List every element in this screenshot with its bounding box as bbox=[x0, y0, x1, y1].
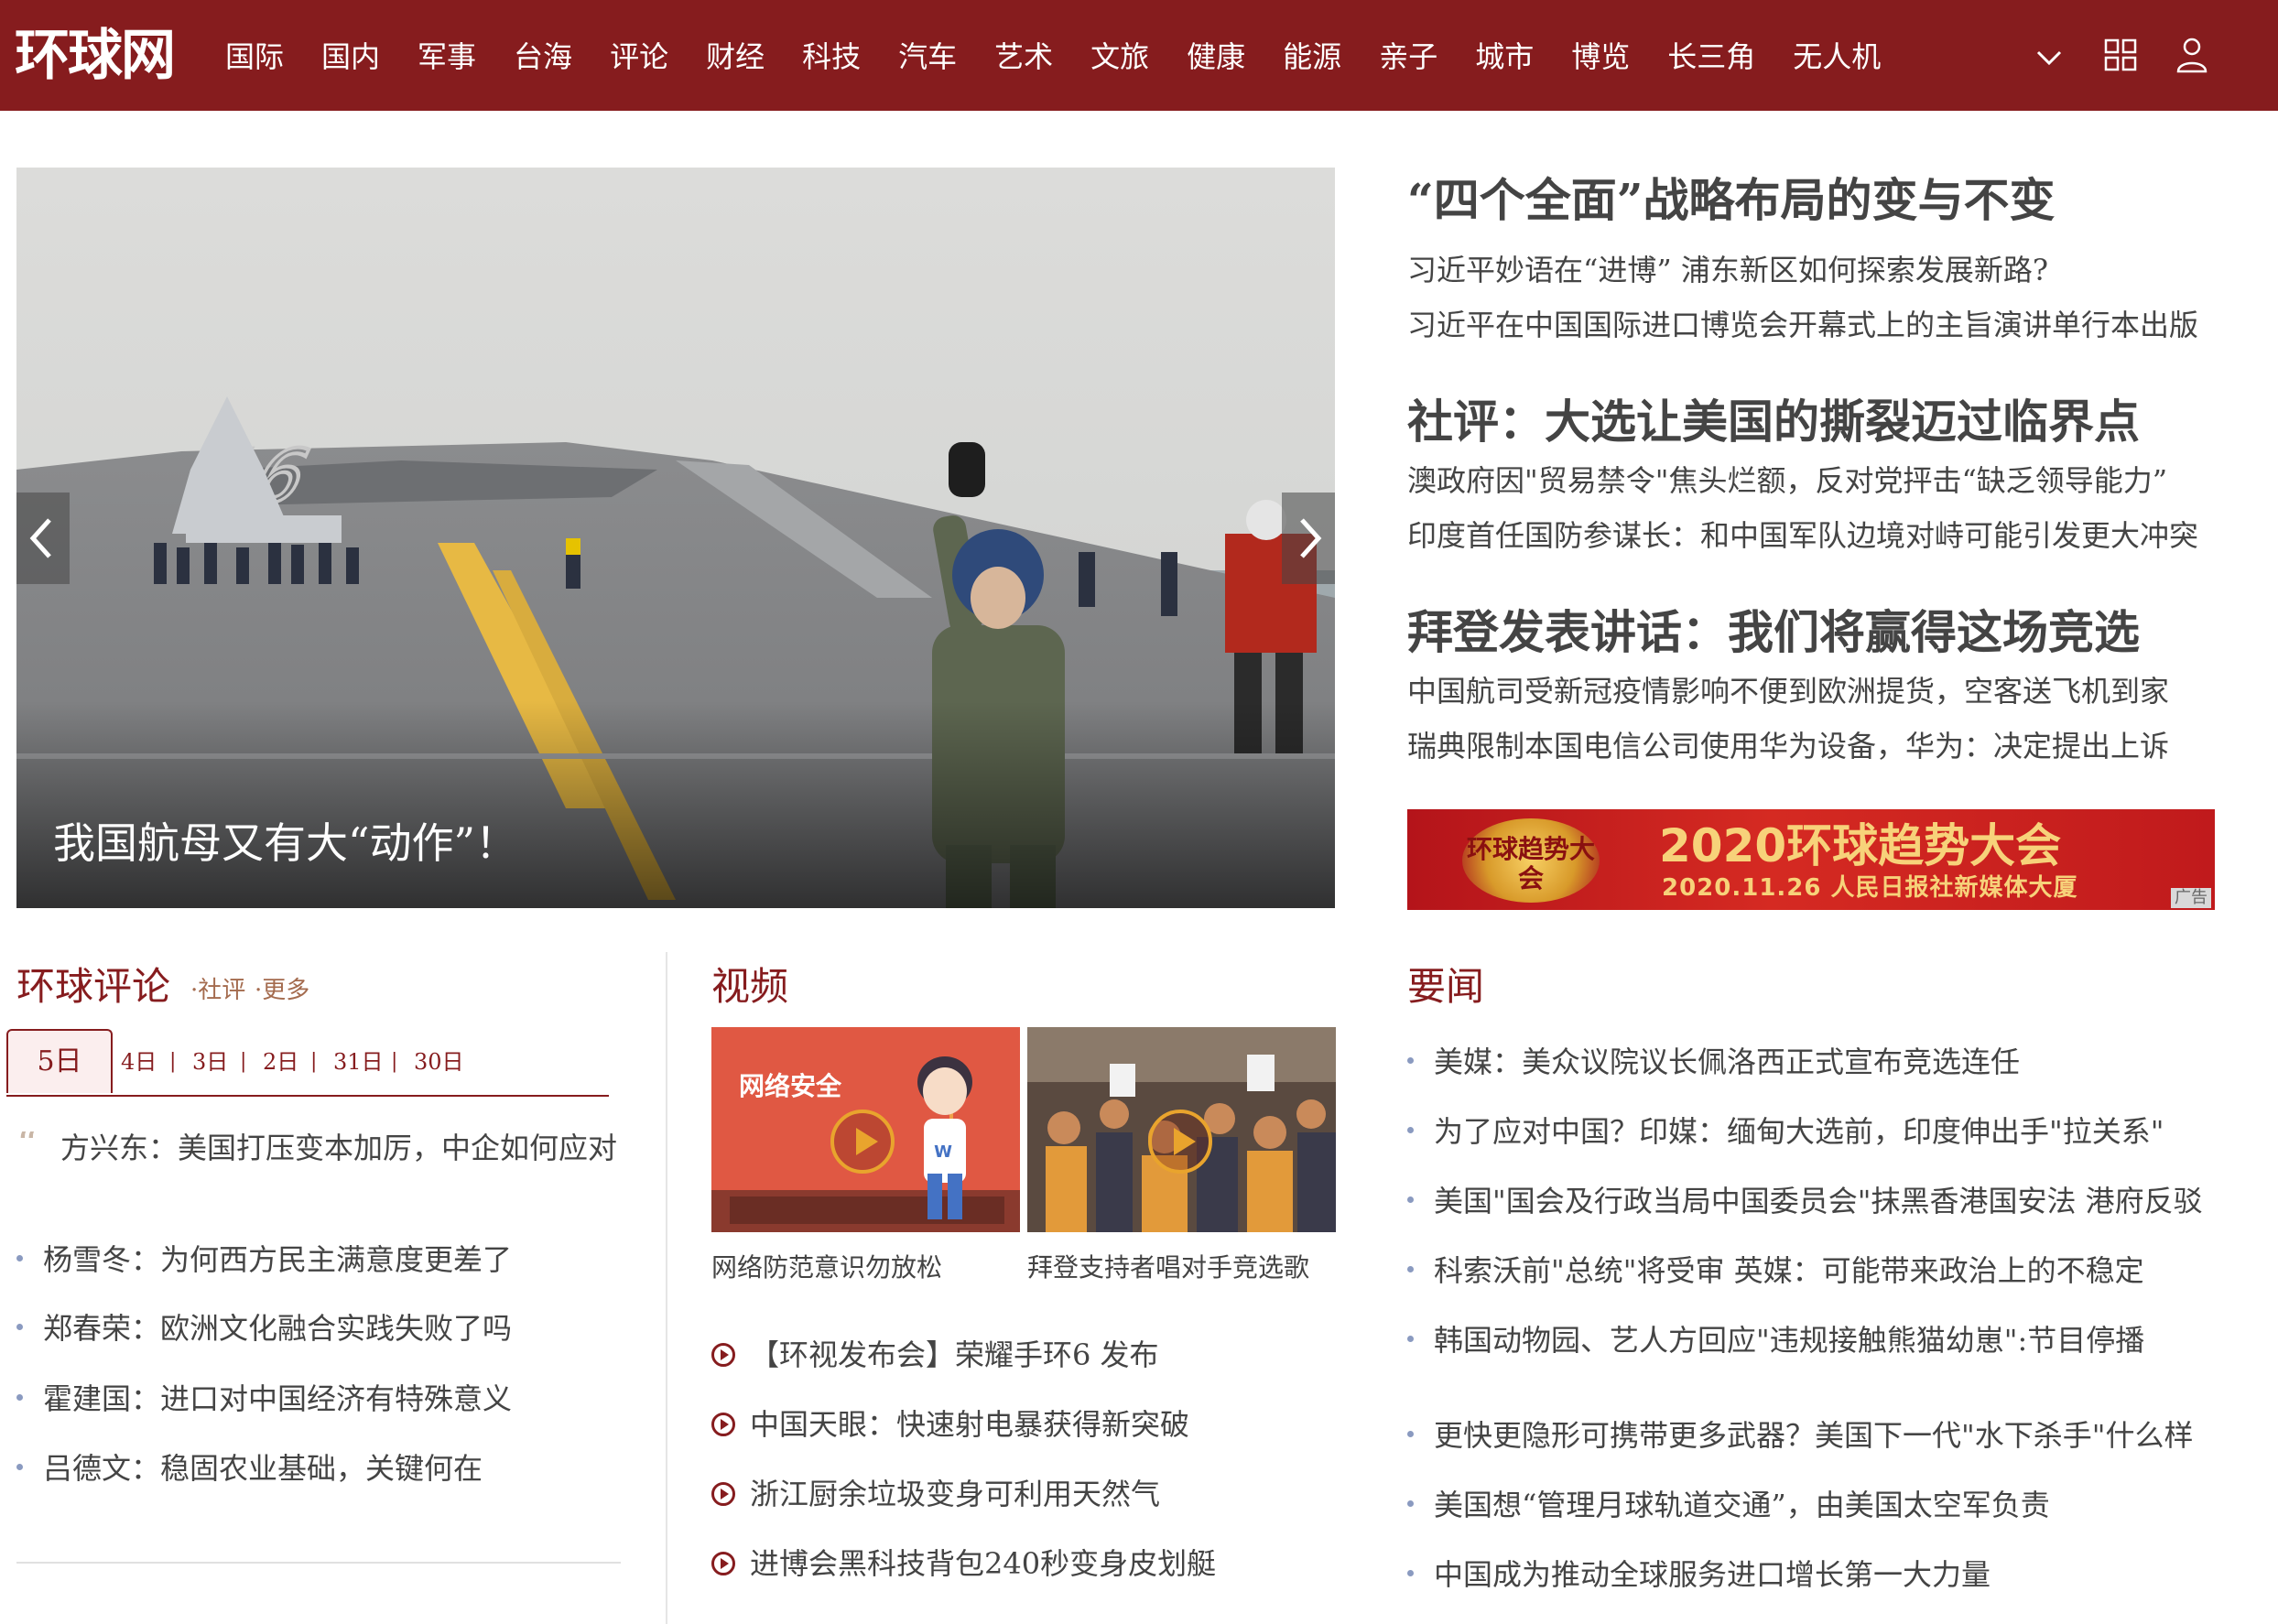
video-thumbnail[interactable]: 网络安全 W bbox=[711, 1027, 1020, 1232]
list-item[interactable]: 吕德文：稳固农业基础，关键何在 bbox=[16, 1448, 483, 1489]
headline-3-sub-1[interactable]: 中国航司受新冠疫情影响不便到欧洲提货，空客送飞机到家 bbox=[1407, 671, 2169, 711]
video-caption[interactable]: 拜登支持者唱对手竞选歌 bbox=[1027, 1250, 1309, 1286]
video-list-item[interactable]: 进博会黑科技背包240秒变身皮划艇 bbox=[711, 1543, 1216, 1584]
ad-banner[interactable]: 环球趋势大会 2020环球趋势大会 2020.11.26 人民日报社新媒体大厦 … bbox=[1407, 809, 2215, 910]
play-circle-icon bbox=[711, 1342, 735, 1367]
date-tab[interactable]: 30日 bbox=[414, 1047, 464, 1077]
play-circle-icon bbox=[711, 1481, 735, 1506]
nav-item-pinglun[interactable]: 评论 bbox=[610, 37, 668, 77]
nav-item-qinzi[interactable]: 亲子 bbox=[1379, 37, 1437, 77]
nav-item-guoji[interactable]: 国际 bbox=[225, 37, 284, 77]
video-list-item[interactable]: 中国天眼：快速射电暴获得新突破 bbox=[711, 1404, 1189, 1445]
ad-tag: 广告 bbox=[2171, 888, 2211, 908]
divider bbox=[16, 1562, 621, 1564]
video-list-item[interactable]: 【环视发布会】荣耀手环6 发布 bbox=[711, 1335, 1159, 1375]
headline-2-sub-1[interactable]: 澳政府因"贸易禁令"焦头烂额，反对党抨击“缺乏领导能力” bbox=[1407, 460, 2167, 501]
nav-item-taihai[interactable]: 台海 bbox=[514, 37, 572, 77]
slider-next-button[interactable] bbox=[1282, 493, 1335, 584]
news-list-item[interactable]: 更快更隐形可携带更多武器？美国下一代"水下杀手"什么样 bbox=[1407, 1415, 2193, 1456]
nav-item-wurenji[interactable]: 无人机 bbox=[1793, 37, 1881, 77]
headline-2-sub-2[interactable]: 印度首任国防参谋长：和中国军队边境对峙可能引发更大冲突 bbox=[1407, 515, 2198, 556]
site-logo[interactable]: 环球网 bbox=[15, 24, 176, 88]
quote-icon: “ bbox=[16, 1120, 40, 1169]
news-list-item[interactable]: 美国想“管理月球轨道交通”，由美国太空军负责 bbox=[1407, 1485, 2050, 1525]
nav-item-keji[interactable]: 科技 bbox=[802, 37, 861, 77]
news-list-item[interactable]: 美国"国会及行政当局中国委员会"抹黑香港国安法 港府反驳 bbox=[1407, 1181, 2203, 1221]
divider bbox=[666, 952, 667, 1624]
news-list-item[interactable]: 韩国动物园、艺人方回应"违规接触熊猫幼崽":节目停播 bbox=[1407, 1320, 2144, 1360]
svg-text:“: “ bbox=[16, 1131, 38, 1159]
list-item[interactable]: 郑春荣：欧洲文化融合实践失败了吗 bbox=[16, 1308, 512, 1348]
nav-item-qiche[interactable]: 汽车 bbox=[898, 37, 957, 77]
nav-item-guonei[interactable]: 国内 bbox=[321, 37, 380, 77]
video-thumb-badge: W bbox=[934, 1142, 952, 1162]
slider-prev-button[interactable] bbox=[16, 493, 70, 584]
ad-logo: 环球趋势大会 bbox=[1462, 818, 1600, 903]
grid-icon[interactable] bbox=[2104, 38, 2137, 71]
nav-item-yishu[interactable]: 艺术 bbox=[994, 37, 1053, 77]
date-tab[interactable]: 4日 bbox=[121, 1047, 157, 1077]
list-item[interactable]: 杨雪冬：为何西方民主满意度更差了 bbox=[16, 1240, 512, 1280]
hero-image[interactable]: 16 bbox=[16, 168, 1335, 908]
list-item[interactable]: 霍建国：进口对中国经济有特殊意义 bbox=[16, 1379, 512, 1419]
play-circle-icon bbox=[711, 1412, 735, 1436]
news-list-item[interactable]: 为了应对中国？印媒：缅甸大选前，印度伸出手"拉关系" bbox=[1407, 1111, 2164, 1152]
play-icon[interactable] bbox=[1148, 1110, 1212, 1174]
hero-caption[interactable]: 我国航母又有大“动作”！ bbox=[53, 817, 517, 869]
nav-item-nengyuan[interactable]: 能源 bbox=[1283, 37, 1341, 77]
play-icon[interactable] bbox=[830, 1110, 895, 1174]
nav-item-changsanjiao[interactable]: 长三角 bbox=[1667, 37, 1755, 77]
date-tab[interactable]: 3日 bbox=[192, 1047, 228, 1077]
headline-2-title[interactable]: 社评：大选让美国的撕裂迈过临界点 bbox=[1407, 394, 2140, 450]
date-tab[interactable]: 2日 bbox=[263, 1047, 298, 1077]
news-list-item[interactable]: 中国成为推动全球服务进口增长第一大力量 bbox=[1407, 1554, 1991, 1595]
chevron-left-icon bbox=[29, 518, 51, 558]
date-tabs: 5日 4日 | 3日 | 2日 | 31日 | 30日 bbox=[6, 1029, 609, 1097]
nav-item-chengshi[interactable]: 城市 bbox=[1475, 37, 1534, 77]
nav-item-jiankang[interactable]: 健康 bbox=[1187, 37, 1245, 77]
ad-title: 2020环球趋势大会 bbox=[1659, 819, 2062, 872]
comment-link-sheping[interactable]: ·社评 bbox=[190, 976, 245, 1005]
news-list-item[interactable]: 美媒：美众议院议长佩洛西正式宣布竞选连任 bbox=[1407, 1042, 2020, 1082]
video-section-title[interactable]: 视频 bbox=[711, 963, 788, 1011]
nav-item-wenlv[interactable]: 文旅 bbox=[1090, 37, 1149, 77]
comment-link-more[interactable]: ·更多 bbox=[255, 976, 309, 1005]
main-nav: 国际 国内 军事 台海 评论 财经 科技 汽车 艺术 文旅 健康 能源 亲子 城市 博览 长三角 无人机 bbox=[225, 37, 1918, 77]
comment-section-title[interactable]: 环球评论 bbox=[16, 963, 170, 1011]
chevron-right-icon bbox=[1300, 518, 1322, 558]
chevron-down-icon[interactable] bbox=[2035, 44, 2063, 71]
video-list-item[interactable]: 浙江厨余垃圾变身可利用天然气 bbox=[711, 1474, 1160, 1514]
date-tab[interactable]: 31日 bbox=[333, 1047, 384, 1077]
news-list-item[interactable]: 科索沃前"总统"将受审 英媒：可能带来政治上的不稳定 bbox=[1407, 1250, 2144, 1291]
ad-subtitle: 2020.11.26 人民日报社新媒体大厦 bbox=[1662, 874, 2078, 902]
nav-item-bolan[interactable]: 博览 bbox=[1571, 37, 1630, 77]
headline-3-title[interactable]: 拜登发表讲话：我们将赢得这场竞选 bbox=[1407, 604, 2140, 661]
news-section-title[interactable]: 要闻 bbox=[1407, 963, 1484, 1011]
video-caption[interactable]: 网络防范意识勿放松 bbox=[711, 1250, 942, 1286]
video-thumb-text: 网络安全 bbox=[739, 1071, 842, 1101]
video-thumbnail[interactable] bbox=[1027, 1027, 1336, 1232]
comment-featured[interactable]: 方兴东：美国打压变本加厉，中企如何应对 bbox=[60, 1128, 617, 1168]
headline-1-title[interactable]: “四个全面”战略布局的变与不变 bbox=[1407, 172, 2056, 229]
headline-1-sub-1[interactable]: 习近平妙语在“进博” 浦东新区如何探索发展新路? bbox=[1407, 250, 2048, 290]
headline-1-sub-2[interactable]: 习近平在中国国际进口博览会开幕式上的主旨演讲单行本出版 bbox=[1407, 305, 2198, 345]
date-tab-active[interactable]: 5日 bbox=[6, 1029, 113, 1093]
hero-slider[interactable]: 16 我国航母又有大“ bbox=[16, 168, 1335, 908]
nav-item-caijing[interactable]: 财经 bbox=[706, 37, 765, 77]
nav-item-junshi[interactable]: 军事 bbox=[418, 37, 476, 77]
headline-3-sub-2[interactable]: 瑞典限制本国电信公司使用华为设备，华为：决定提出上诉 bbox=[1407, 726, 2169, 766]
play-circle-icon bbox=[711, 1551, 735, 1575]
user-icon[interactable] bbox=[2175, 37, 2208, 73]
